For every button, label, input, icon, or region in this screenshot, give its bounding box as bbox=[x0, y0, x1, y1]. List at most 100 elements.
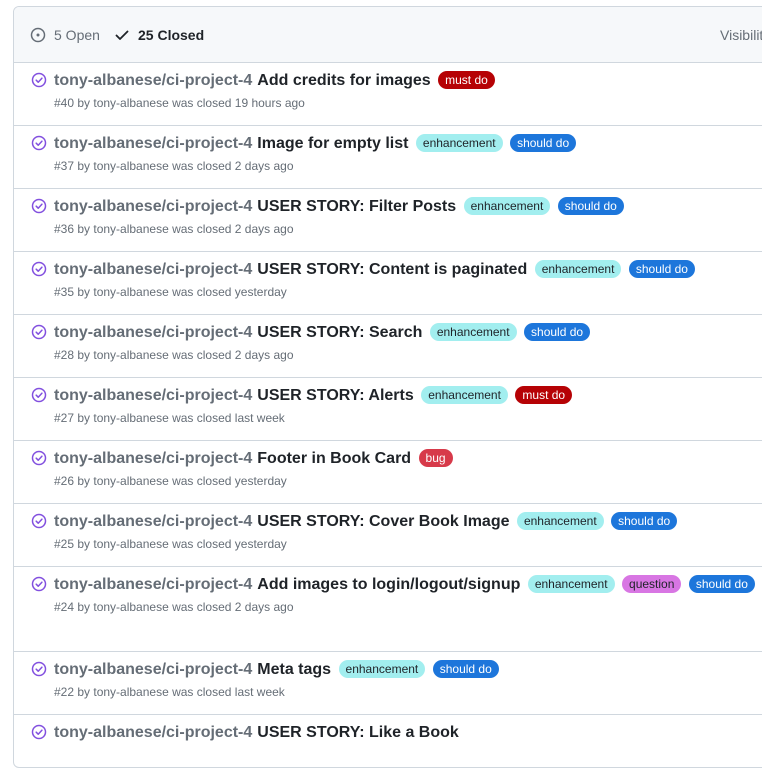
issue-content: tony-albanese/ci-project-4 USER STORY: Al… bbox=[14, 378, 762, 425]
open-issues-tab[interactable]: 5 Open bbox=[30, 7, 100, 62]
issue-content: tony-albanese/ci-project-4 USER STORY: Se… bbox=[14, 315, 762, 362]
issue-row[interactable]: tony-albanese/ci-project-4 USER STORY: Fi… bbox=[14, 189, 762, 252]
issue-title-line: tony-albanese/ci-project-4 USER STORY: Se… bbox=[54, 322, 758, 344]
issue-title-link[interactable]: USER STORY: Search bbox=[257, 324, 422, 341]
issue-repo-link[interactable]: tony-albanese/ci-project-4 bbox=[54, 387, 252, 404]
issue-repo-link[interactable]: tony-albanese/ci-project-4 bbox=[54, 135, 252, 152]
issue-list: tony-albanese/ci-project-4 Add credits fo… bbox=[14, 63, 762, 755]
check-icon bbox=[115, 30, 129, 40]
issue-title-link[interactable]: USER STORY: Content is paginated bbox=[257, 261, 527, 278]
issue-row[interactable]: tony-albanese/ci-project-4 Footer in Book… bbox=[14, 441, 762, 504]
issue-label[interactable]: enhancement bbox=[463, 197, 551, 215]
issue-closed-icon bbox=[31, 661, 47, 682]
issue-closed-icon bbox=[31, 198, 47, 219]
issue-label[interactable]: enhancement bbox=[415, 134, 503, 152]
issue-title-link[interactable]: USER STORY: Cover Book Image bbox=[257, 513, 509, 530]
issue-title-line: tony-albanese/ci-project-4 Add images to … bbox=[54, 574, 758, 596]
issue-row[interactable]: tony-albanese/ci-project-4 USER STORY: Li… bbox=[14, 715, 762, 755]
issue-closed-icon bbox=[31, 724, 47, 745]
issue-label[interactable]: should do bbox=[510, 134, 577, 152]
issues-box: 5 Open 25 Closed Visibility tony-albanes… bbox=[13, 6, 762, 768]
issue-repo-link[interactable]: tony-albanese/ci-project-4 bbox=[54, 450, 252, 467]
issue-label[interactable]: should do bbox=[557, 197, 624, 215]
issue-title-line: tony-albanese/ci-project-4 USER STORY: Co… bbox=[54, 259, 758, 281]
issue-meta: #35 by tony-albanese was closed yesterda… bbox=[54, 285, 287, 299]
issue-closed-icon bbox=[31, 261, 47, 282]
issue-content: tony-albanese/ci-project-4 Footer in Book… bbox=[14, 441, 762, 488]
issue-meta: #40 by tony-albanese was closed 19 hours… bbox=[54, 96, 305, 110]
issue-title-link[interactable]: Image for empty list bbox=[257, 135, 408, 152]
issue-row[interactable]: tony-albanese/ci-project-4 USER STORY: Co… bbox=[14, 504, 762, 567]
issue-repo-link[interactable]: tony-albanese/ci-project-4 bbox=[54, 576, 252, 593]
issue-label[interactable]: enhancement bbox=[516, 512, 604, 530]
issue-label[interactable]: enhancement bbox=[338, 660, 426, 678]
issue-meta: #28 by tony-albanese was closed 2 days a… bbox=[54, 348, 294, 362]
issue-row[interactable]: tony-albanese/ci-project-4 Image for empt… bbox=[14, 126, 762, 189]
issue-title-link[interactable]: Add images to login/logout/signup bbox=[257, 576, 520, 593]
issue-title-line: tony-albanese/ci-project-4 Image for empt… bbox=[54, 133, 758, 155]
closed-issues-label: 25 Closed bbox=[138, 26, 205, 43]
issue-repo-link[interactable]: tony-albanese/ci-project-4 bbox=[54, 724, 252, 741]
issue-row[interactable]: tony-albanese/ci-project-4 Add credits fo… bbox=[14, 63, 762, 126]
issue-label[interactable]: should do bbox=[432, 660, 499, 678]
issue-meta: #22 by tony-albanese was closed last wee… bbox=[54, 685, 285, 699]
issue-label[interactable]: enhancement bbox=[534, 260, 622, 278]
issue-repo-link[interactable]: tony-albanese/ci-project-4 bbox=[54, 324, 252, 341]
issue-label[interactable]: must do bbox=[438, 71, 495, 89]
issue-closed-icon bbox=[31, 450, 47, 471]
issue-closed-icon bbox=[31, 72, 47, 93]
issue-label[interactable]: enhancement bbox=[421, 386, 508, 404]
issue-row[interactable]: tony-albanese/ci-project-4 Add images to … bbox=[14, 567, 762, 652]
issue-repo-link[interactable]: tony-albanese/ci-project-4 bbox=[54, 198, 252, 215]
issue-row[interactable]: tony-albanese/ci-project-4 USER STORY: Se… bbox=[14, 315, 762, 378]
issue-row[interactable]: tony-albanese/ci-project-4 USER STORY: Co… bbox=[14, 252, 762, 315]
issue-meta: #25 by tony-albanese was closed yesterda… bbox=[54, 537, 287, 551]
issue-content: tony-albanese/ci-project-4 Image for empt… bbox=[14, 126, 762, 173]
issues-header: 5 Open 25 Closed Visibility bbox=[14, 7, 762, 63]
issue-repo-link[interactable]: tony-albanese/ci-project-4 bbox=[54, 72, 252, 89]
issue-label[interactable]: enhancement bbox=[429, 323, 517, 341]
issue-title-line: tony-albanese/ci-project-4 Footer in Book… bbox=[54, 448, 758, 470]
issue-meta: #37 by tony-albanese was closed 2 days a… bbox=[54, 159, 294, 173]
issue-label[interactable]: bug bbox=[418, 449, 453, 467]
issue-closed-icon bbox=[31, 324, 47, 345]
issue-repo-link[interactable]: tony-albanese/ci-project-4 bbox=[54, 261, 252, 278]
issue-title-link[interactable]: USER STORY: Like a Book bbox=[257, 724, 459, 741]
issue-open-icon bbox=[30, 27, 46, 42]
closed-issues-tab[interactable]: 25 Closed bbox=[114, 7, 204, 62]
issue-content: tony-albanese/ci-project-4 Meta tags enha… bbox=[14, 652, 762, 699]
issue-title-link[interactable]: USER STORY: Alerts bbox=[257, 387, 413, 404]
issue-label[interactable]: should do bbox=[688, 575, 755, 593]
issue-label[interactable]: should do bbox=[611, 512, 678, 530]
issue-title-link[interactable]: Meta tags bbox=[257, 661, 331, 678]
issue-label[interactable]: must do bbox=[515, 386, 573, 404]
issue-row[interactable]: tony-albanese/ci-project-4 USER STORY: Al… bbox=[14, 378, 762, 441]
issue-title-line: tony-albanese/ci-project-4 USER STORY: Fi… bbox=[54, 196, 758, 218]
issue-title-link[interactable]: Add credits for images bbox=[257, 72, 430, 89]
issue-closed-icon bbox=[31, 576, 47, 597]
issue-label[interactable]: should do bbox=[524, 323, 591, 341]
issue-content: tony-albanese/ci-project-4 USER STORY: Fi… bbox=[14, 189, 762, 236]
issue-closed-icon bbox=[31, 135, 47, 156]
issue-title-line: tony-albanese/ci-project-4 Add credits fo… bbox=[54, 70, 758, 92]
issue-closed-icon bbox=[31, 513, 47, 534]
issue-title-line: tony-albanese/ci-project-4 USER STORY: Co… bbox=[54, 511, 758, 533]
issue-content: tony-albanese/ci-project-4 Add images to … bbox=[14, 567, 762, 614]
open-issues-label: 5 Open bbox=[54, 26, 100, 43]
issue-repo-link[interactable]: tony-albanese/ci-project-4 bbox=[54, 661, 252, 678]
issue-closed-icon bbox=[31, 387, 47, 408]
issue-row[interactable]: tony-albanese/ci-project-4 Meta tags enha… bbox=[14, 652, 762, 715]
issue-content: tony-albanese/ci-project-4 Add credits fo… bbox=[14, 63, 762, 110]
issue-repo-link[interactable]: tony-albanese/ci-project-4 bbox=[54, 513, 252, 530]
issue-label[interactable]: enhancement bbox=[527, 575, 615, 593]
issue-title-link[interactable]: Footer in Book Card bbox=[257, 450, 411, 467]
issue-label[interactable]: should do bbox=[628, 260, 695, 278]
issue-title-link[interactable]: USER STORY: Filter Posts bbox=[257, 198, 456, 215]
visibility-filter[interactable]: Visibility bbox=[720, 7, 762, 62]
issue-content: tony-albanese/ci-project-4 USER STORY: Co… bbox=[14, 252, 762, 299]
issue-title-line: tony-albanese/ci-project-4 Meta tags enha… bbox=[54, 659, 758, 681]
issue-meta: #24 by tony-albanese was closed 2 days a… bbox=[54, 600, 294, 614]
issue-label[interactable]: question bbox=[622, 575, 682, 593]
issue-meta: #36 by tony-albanese was closed 2 days a… bbox=[54, 222, 294, 236]
issue-content: tony-albanese/ci-project-4 USER STORY: Li… bbox=[14, 715, 762, 744]
